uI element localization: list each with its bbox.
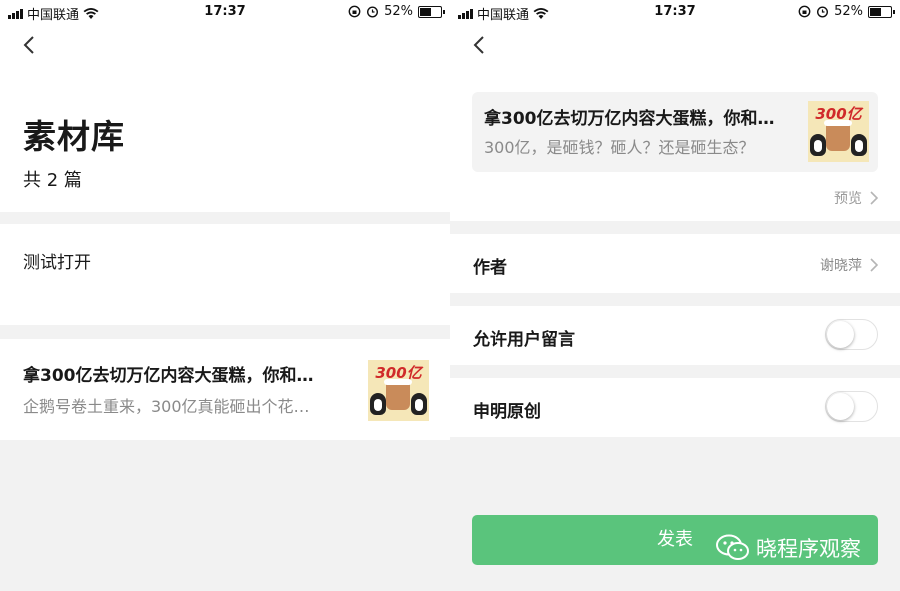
article-card[interactable]: 拿300亿去切万亿内容大蛋糕，你和… 300亿，是砸钱？砸人？还是砸生态？ 30…: [472, 92, 878, 172]
battery-percent: 52%: [384, 4, 413, 19]
toggle-knob: [827, 321, 854, 348]
author-value-group: 谢晓萍: [820, 255, 878, 275]
status-right: 52%: [348, 4, 445, 19]
wechat-icon: [716, 534, 749, 560]
alarm-icon: [817, 6, 829, 18]
penguin-icon: [851, 134, 867, 156]
material-library-screen: 中国联通 17:37 52% 素材库 共 2 篇 测试打开 拿300亿去切万亿内…: [0, 0, 450, 591]
penguin-icon: [411, 393, 427, 415]
penguin-icon: [370, 393, 386, 415]
list-item[interactable]: 拿300亿去切万亿内容大蛋糕，你和… 企鹅号卷土重来，300亿真能砸出个花… 3…: [0, 339, 450, 440]
preview-label: 预览: [834, 191, 862, 207]
preview-link[interactable]: 预览: [834, 188, 878, 208]
cake-icon: [384, 379, 412, 410]
watermark: 晓程序观察: [716, 533, 861, 563]
article-count: 共 2 篇: [23, 170, 82, 191]
author-label: 作者: [473, 258, 507, 278]
list-item-title: 测试打开: [23, 253, 91, 273]
battery-icon: [868, 5, 895, 18]
status-bar: 中国联通 17:37 52%: [450, 0, 900, 24]
list-item[interactable]: 测试打开: [0, 224, 450, 325]
article-title: 拿300亿去切万亿内容大蛋糕，你和…: [484, 109, 775, 129]
article-summary: 企鹅号卷土重来，300亿真能砸出个花…: [23, 397, 310, 416]
original-label: 申明原创: [473, 402, 541, 422]
alarm-icon: [367, 6, 379, 18]
status-right: 52%: [798, 4, 895, 19]
cake-icon: [824, 120, 852, 151]
allow-comments-label: 允许用户留言: [473, 330, 575, 350]
back-chevron-icon: [473, 36, 484, 54]
rotation-lock-icon: [348, 5, 361, 18]
allow-comments-row: 允许用户留言: [450, 306, 900, 365]
rotation-lock-icon: [798, 5, 811, 18]
author-value: 谢晓萍: [820, 258, 862, 274]
chevron-right-icon: [870, 258, 878, 272]
original-row: 申明原创: [450, 378, 900, 437]
original-toggle[interactable]: [825, 391, 878, 422]
article-thumbnail: 300亿: [368, 360, 429, 421]
allow-comments-toggle[interactable]: [825, 319, 878, 350]
toggle-knob: [827, 393, 854, 420]
penguin-icon: [810, 134, 826, 156]
status-bar: 中国联通 17:37 52%: [0, 0, 450, 24]
author-row[interactable]: 作者 谢晓萍: [450, 234, 900, 293]
battery-percent: 52%: [834, 4, 863, 19]
back-button[interactable]: [468, 33, 492, 57]
back-button[interactable]: [18, 33, 42, 57]
page-title: 素材库: [23, 117, 125, 156]
watermark-text: 晓程序观察: [756, 537, 861, 561]
article-summary: 300亿，是砸钱？砸人？还是砸生态？: [484, 138, 755, 157]
article-title: 拿300亿去切万亿内容大蛋糕，你和…: [23, 366, 314, 386]
chevron-right-icon: [870, 191, 878, 205]
publish-screen: 中国联通 17:37 52% 拿300亿去切万亿内容大蛋糕，你和… 300亿，是…: [450, 0, 900, 591]
battery-icon: [418, 5, 445, 18]
back-chevron-icon: [23, 36, 34, 54]
article-thumbnail: 300亿: [808, 101, 869, 162]
